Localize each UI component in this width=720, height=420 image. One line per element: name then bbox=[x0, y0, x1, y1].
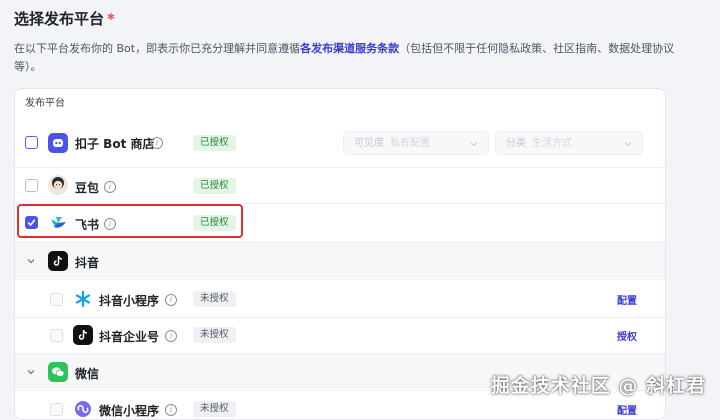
info-icon[interactable]: i bbox=[165, 294, 177, 306]
checkbox[interactable] bbox=[25, 179, 38, 192]
description-prefix: 在以下平台发布你的 Bot，即表示你已充分理解并同意遵循 bbox=[14, 42, 301, 55]
douyin-icon bbox=[48, 251, 68, 271]
platform-row-coze-store[interactable]: 扣子 Bot 商店 i 已授权 可见度 私有配置 分类 生活方式 bbox=[15, 127, 665, 159]
required-mark: * bbox=[107, 10, 115, 28]
douyin-miniapp-icon bbox=[73, 289, 93, 309]
group-name: 微信 bbox=[75, 367, 100, 381]
page-title-text: 选择发布平台 bbox=[14, 10, 105, 28]
platform-row-douyin-miniapp[interactable]: 抖音小程序 i 未授权 配置 bbox=[15, 279, 665, 317]
chevron-down-icon[interactable] bbox=[27, 257, 35, 265]
status-badge: 未授权 bbox=[193, 327, 236, 343]
doubao-avatar-icon bbox=[48, 175, 68, 195]
platform-name: 抖音小程序 bbox=[99, 294, 160, 308]
checkbox-disabled[interactable] bbox=[50, 329, 63, 342]
watermark: 掘金技术社区 @ 斜杠君 bbox=[490, 375, 706, 397]
group-name: 抖音 bbox=[75, 256, 100, 270]
category-select[interactable]: 分类 生活方式 bbox=[495, 131, 643, 155]
highlight-box bbox=[17, 204, 243, 238]
visibility-value: 私有配置 bbox=[390, 138, 430, 149]
wechat-miniapp-icon bbox=[73, 399, 93, 419]
platform-name: 抖音企业号 bbox=[99, 330, 160, 344]
platform-group-douyin[interactable]: 抖音 bbox=[15, 242, 665, 278]
page-title: 选择发布平台 * bbox=[14, 8, 115, 29]
category-label: 分类 bbox=[506, 138, 526, 149]
wechat-icon bbox=[48, 362, 68, 382]
visibility-label: 可见度 bbox=[354, 138, 384, 149]
info-icon[interactable]: i bbox=[165, 404, 177, 416]
info-icon[interactable]: i bbox=[151, 137, 163, 149]
checkbox-disabled[interactable] bbox=[50, 293, 63, 306]
visibility-select[interactable]: 可见度 私有配置 bbox=[343, 131, 489, 155]
category-value: 生活方式 bbox=[532, 138, 572, 149]
chevron-down-icon bbox=[470, 142, 478, 147]
terms-link[interactable]: 各发布渠道服务条款 bbox=[300, 42, 399, 55]
configure-link[interactable]: 配置 bbox=[617, 402, 637, 417]
platform-name: 豆包 bbox=[75, 181, 100, 195]
checkbox[interactable] bbox=[25, 136, 38, 149]
info-icon[interactable]: i bbox=[165, 330, 177, 342]
douyin-enterprise-icon bbox=[73, 325, 93, 345]
platform-row-doubao[interactable]: 豆包 i 已授权 bbox=[15, 167, 665, 203]
table-header: 发布平台 bbox=[25, 98, 65, 109]
status-badge: 已授权 bbox=[193, 178, 236, 194]
status-badge: 已授权 bbox=[193, 135, 236, 151]
authorize-link[interactable]: 授权 bbox=[617, 328, 637, 343]
info-icon[interactable]: i bbox=[104, 181, 116, 193]
status-badge: 未授权 bbox=[193, 401, 236, 417]
platform-name: 扣子 Bot 商店 bbox=[75, 137, 155, 151]
coze-bot-icon bbox=[48, 133, 68, 153]
checkbox-disabled[interactable] bbox=[50, 403, 63, 416]
configure-link[interactable]: 配置 bbox=[617, 292, 637, 307]
chevron-down-icon[interactable] bbox=[27, 368, 35, 376]
status-badge: 未授权 bbox=[193, 291, 236, 307]
description: 在以下平台发布你的 Bot，即表示你已充分理解并同意遵循各发布渠道服务条款（包括… bbox=[14, 40, 694, 76]
chevron-down-icon bbox=[624, 142, 632, 147]
platform-row-douyin-enterprise[interactable]: 抖音企业号 i 未授权 授权 bbox=[15, 317, 665, 353]
